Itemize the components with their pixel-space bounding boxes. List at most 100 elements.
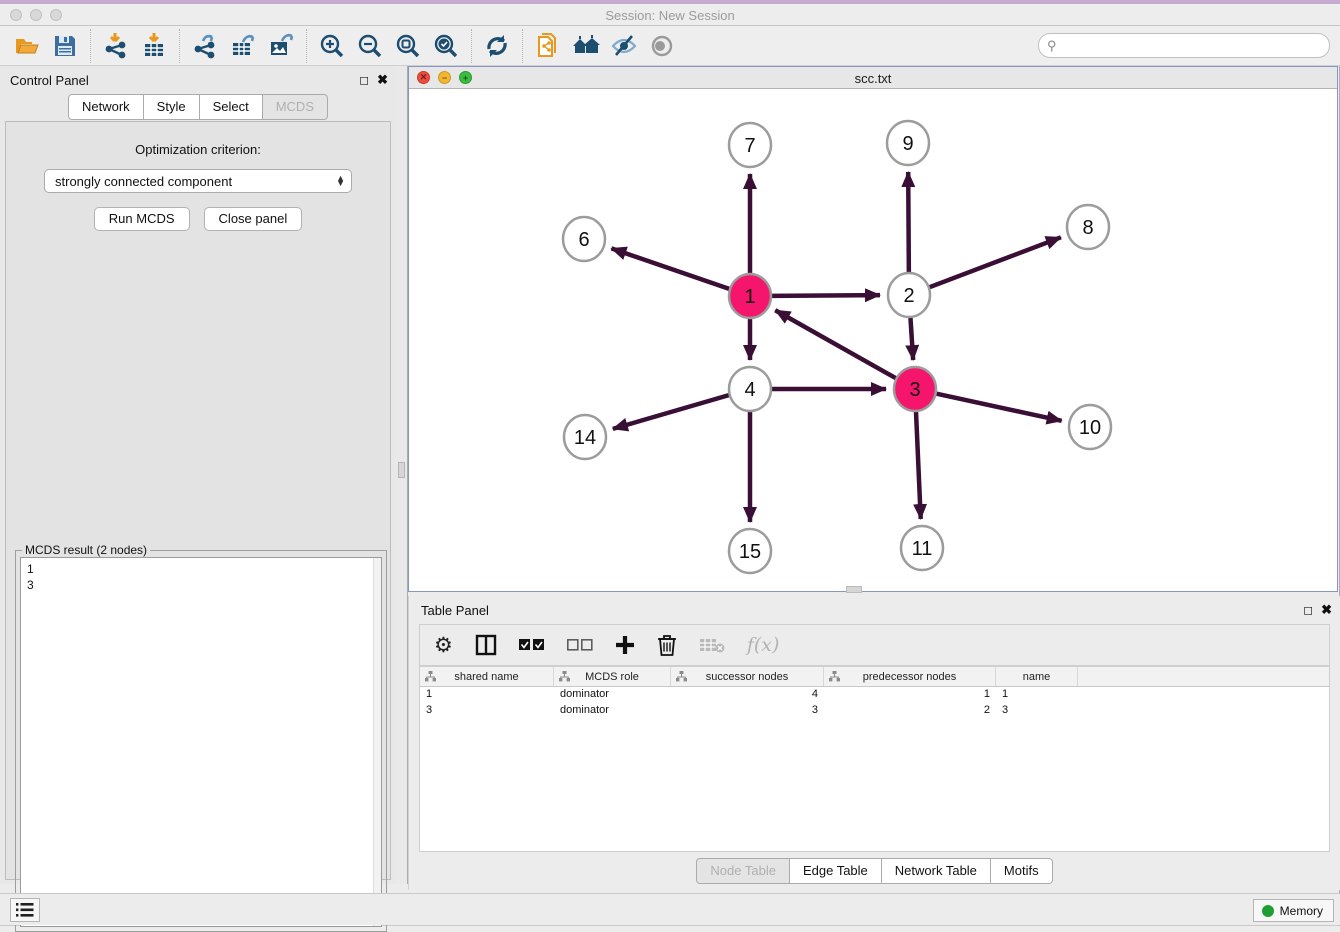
mcds-result-groupbox: MCDS result (2 nodes) 1 3 <box>15 550 387 932</box>
tab-edge-table[interactable]: Edge Table <box>790 858 882 884</box>
function-builder-icon[interactable]: f(x) <box>747 634 780 656</box>
open-session-icon[interactable] <box>12 31 42 61</box>
float-table-panel-icon[interactable]: ◻ <box>1303 603 1313 617</box>
toolbar-separator <box>522 29 523 63</box>
new-network-from-file-icon[interactable] <box>533 31 563 61</box>
apply-layout-icon[interactable] <box>482 31 512 61</box>
titlebar-accent-strip <box>0 0 1340 4</box>
network-window-titlebar[interactable]: ✕ − + scc.txt <box>409 67 1337 89</box>
mcds-result-text: 1 3 <box>21 558 381 593</box>
toolbar-separator <box>471 29 472 63</box>
tab-style[interactable]: Style <box>144 94 200 120</box>
add-column-icon[interactable] <box>615 635 635 655</box>
close-panel-button[interactable]: Close panel <box>204 207 303 231</box>
import-table-icon[interactable] <box>139 31 169 61</box>
edge-4-14[interactable] <box>613 395 729 429</box>
task-history-button[interactable] <box>10 898 40 922</box>
node-label-14: 14 <box>574 427 596 449</box>
node-label-4: 4 <box>744 379 755 401</box>
edge-3-11[interactable] <box>916 411 921 519</box>
memory-label: Memory <box>1280 904 1323 918</box>
table-panel: Table Panel ◻ ✖ ⚙ f(x) shared nameMCDS r… <box>408 596 1340 890</box>
zoom-fit-icon[interactable] <box>393 31 423 61</box>
table-panel-title: Table Panel <box>421 603 489 618</box>
tab-node-table[interactable]: Node Table <box>696 858 790 884</box>
horizontal-splitter-grip[interactable] <box>846 586 862 593</box>
column-header-MCDS-role[interactable]: MCDS role <box>554 667 671 686</box>
table-settings-icon[interactable]: ⚙ <box>434 633 453 658</box>
table-row[interactable]: 3dominator323 <box>420 703 1329 719</box>
table-toolbar: ⚙ f(x) <box>419 624 1330 666</box>
network-canvas[interactable]: 7968124314101511 <box>409 89 1337 591</box>
table-row[interactable]: 1dominator411 <box>420 687 1329 703</box>
zoom-selected-icon[interactable] <box>431 31 461 61</box>
import-network-icon[interactable] <box>101 31 131 61</box>
export-image-icon[interactable] <box>266 31 296 61</box>
result-scrollbar[interactable] <box>373 558 381 926</box>
toolbar-search[interactable]: ⚲ <box>1038 33 1330 58</box>
select-all-checkboxes-icon[interactable] <box>519 639 545 652</box>
cell-successor-nodes[interactable]: 3 <box>671 703 824 719</box>
network-window-title: scc.txt <box>409 71 1337 86</box>
vertical-splitter[interactable] <box>396 66 408 884</box>
table-header-row: shared nameMCDS rolesuccessor nodesprede… <box>420 667 1329 687</box>
cell-successor-nodes[interactable]: 4 <box>671 687 824 703</box>
cell-shared-name[interactable]: 1 <box>420 687 554 703</box>
close-table-panel-icon[interactable]: ✖ <box>1321 602 1332 618</box>
save-session-icon[interactable] <box>50 31 80 61</box>
search-input[interactable] <box>1061 39 1311 53</box>
criterion-select[interactable]: strongly connected component ▲▼ <box>44 169 352 193</box>
node-label-1: 1 <box>744 286 755 308</box>
edge-1-6[interactable] <box>611 248 729 288</box>
status-bar: Memory <box>0 893 1340 925</box>
node-label-6: 6 <box>578 229 589 251</box>
node-label-9: 9 <box>902 133 913 155</box>
tab-motifs[interactable]: Motifs <box>991 858 1053 884</box>
tab-mcds[interactable]: MCDS <box>263 94 328 120</box>
node-label-2: 2 <box>903 285 914 307</box>
control-panel-tabs: Network Style Select MCDS <box>0 94 396 120</box>
zoom-in-icon[interactable] <box>317 31 347 61</box>
show-column-icon[interactable] <box>475 634 497 656</box>
tab-select[interactable]: Select <box>200 94 263 120</box>
delete-table-icon[interactable] <box>699 637 725 653</box>
control-panel: Control Panel ◻ ✖ Network Style Select M… <box>0 66 396 884</box>
column-header-shared-name[interactable]: shared name <box>420 667 554 686</box>
delete-column-icon[interactable] <box>657 634 677 656</box>
control-panel-title: Control Panel <box>10 73 89 88</box>
cell-MCDS-role[interactable]: dominator <box>554 703 671 719</box>
tab-network-table[interactable]: Network Table <box>882 858 991 884</box>
criterion-selected-value: strongly connected component <box>55 174 336 189</box>
mcds-result-textarea[interactable]: 1 3 <box>20 557 382 927</box>
cell-predecessor-nodes[interactable]: 2 <box>824 703 996 719</box>
edge-2-9[interactable] <box>908 172 909 273</box>
cybrowser-home-icon[interactable] <box>571 31 601 61</box>
memory-button[interactable]: Memory <box>1253 899 1334 922</box>
run-mcds-button[interactable]: Run MCDS <box>94 207 190 231</box>
edge-3-10[interactable] <box>936 394 1061 421</box>
float-panel-icon[interactable]: ◻ <box>359 73 369 87</box>
export-network-icon[interactable] <box>190 31 220 61</box>
clear-all-checkboxes-icon[interactable] <box>567 639 593 652</box>
zoom-out-icon[interactable] <box>355 31 385 61</box>
show-all-eye-icon[interactable] <box>647 31 677 61</box>
mcds-tab-content: Optimization criterion: strongly connect… <box>5 121 391 880</box>
edge-2-8[interactable] <box>930 237 1061 287</box>
edge-2-3[interactable] <box>910 317 913 360</box>
cell-predecessor-nodes[interactable]: 1 <box>824 687 996 703</box>
splitter-grip[interactable] <box>398 462 405 478</box>
cell-name[interactable]: 3 <box>996 703 1078 719</box>
tab-network[interactable]: Network <box>68 94 144 120</box>
column-header-successor-nodes[interactable]: successor nodes <box>671 667 824 686</box>
column-header-predecessor-nodes[interactable]: predecessor nodes <box>824 667 996 686</box>
hide-selected-eye-icon[interactable] <box>609 31 639 61</box>
column-header-name[interactable]: name <box>996 667 1078 686</box>
cell-MCDS-role[interactable]: dominator <box>554 687 671 703</box>
cell-shared-name[interactable]: 3 <box>420 703 554 719</box>
cell-name[interactable]: 1 <box>996 687 1078 703</box>
edge-1-2[interactable] <box>772 295 880 296</box>
export-table-icon[interactable] <box>228 31 258 61</box>
edge-3-1[interactable] <box>775 310 896 378</box>
node-table[interactable]: shared nameMCDS rolesuccessor nodesprede… <box>419 666 1330 852</box>
close-panel-icon[interactable]: ✖ <box>377 72 388 88</box>
